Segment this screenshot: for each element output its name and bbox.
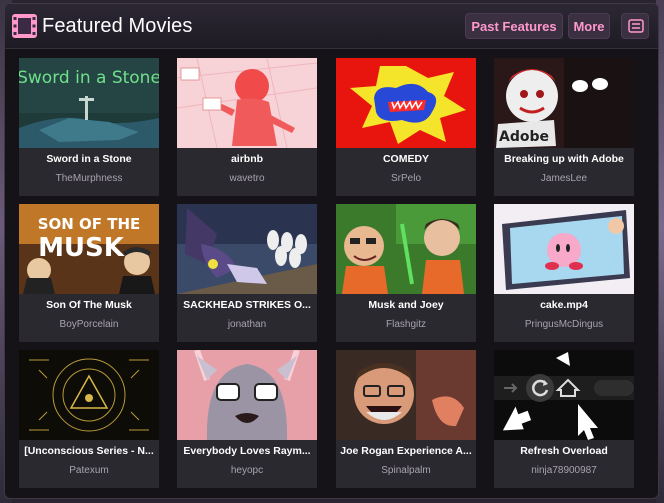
menu-icon [628, 19, 644, 33]
movie-thumbnail[interactable] [494, 204, 634, 294]
movie-thumbnail[interactable] [494, 350, 634, 440]
menu-button[interactable] [621, 13, 649, 39]
movie-title[interactable]: Sword in a Stone [23, 152, 155, 166]
movie-thumbnail[interactable]: Sword in a Stone [19, 58, 159, 148]
movie-thumbnail[interactable] [177, 58, 317, 148]
thumb-text-2: MUSK [38, 233, 125, 263]
movie-author[interactable]: Patexum [23, 464, 155, 477]
movie-card[interactable]: Sword in a Stone Sword in a Stone TheMur… [19, 58, 159, 196]
movie-thumbnail[interactable] [336, 58, 476, 148]
thumb-text: Sword in a Stone [19, 68, 159, 88]
movie-author[interactable]: Flashgitz [340, 318, 472, 331]
movie-card[interactable]: Adobe Breaking up with Adobe JamesLee [494, 58, 634, 196]
movie-author[interactable]: wavetro [181, 172, 313, 185]
movie-card[interactable]: Musk and Joey Flashgitz [336, 204, 476, 342]
movie-title[interactable]: Refresh Overload [498, 444, 630, 458]
thumb-text-1: SON OF THE [38, 215, 141, 233]
movie-card[interactable]: COMEDY SrPelo [336, 58, 476, 196]
movie-author[interactable]: heyopc [181, 464, 313, 477]
movie-author[interactable]: ninja78900987 [498, 464, 630, 477]
movie-author[interactable]: jonathan [181, 318, 313, 331]
movie-card[interactable]: Joe Rogan Experience A... Spinalpalm [336, 350, 476, 488]
movie-author[interactable]: BoyPorcelain [23, 318, 155, 331]
movie-thumbnail[interactable] [177, 204, 317, 294]
movie-title[interactable]: cake.mp4 [498, 298, 630, 312]
more-button[interactable]: More [568, 13, 610, 39]
movie-title[interactable]: SACKHEAD STRIKES O... [181, 298, 313, 312]
movie-author[interactable]: Spinalpalm [340, 464, 472, 477]
movie-card[interactable]: airbnb wavetro [177, 58, 317, 196]
featured-movies-panel: Featured Movies Past Features More Sword… [4, 3, 659, 499]
movie-card[interactable]: Everybody Loves Raym... heyopc [177, 350, 317, 488]
movie-title[interactable]: COMEDY [340, 152, 472, 166]
movie-thumbnail[interactable] [336, 204, 476, 294]
movie-card[interactable]: Refresh Overload ninja78900987 [494, 350, 634, 488]
movie-thumbnail[interactable] [336, 350, 476, 440]
movie-author[interactable]: JamesLee [498, 172, 630, 185]
film-icon [12, 14, 37, 38]
panel-header: Featured Movies Past Features More [5, 4, 658, 49]
movie-title[interactable]: Joe Rogan Experience A... [340, 444, 472, 458]
movie-card[interactable]: SACKHEAD STRIKES O... jonathan [177, 204, 317, 342]
movie-card[interactable]: SON OF THE MUSK Son Of The Musk BoyPorce… [19, 204, 159, 342]
movie-title[interactable]: Son Of The Musk [23, 298, 155, 312]
movie-author[interactable]: TheMurphness [23, 172, 155, 185]
movie-author[interactable]: SrPelo [340, 172, 472, 185]
past-features-button[interactable]: Past Features [465, 13, 563, 39]
movie-thumbnail[interactable] [177, 350, 317, 440]
movie-thumbnail[interactable]: SON OF THE MUSK [19, 204, 159, 294]
movie-card[interactable]: [Unconscious Series - N... Patexum [19, 350, 159, 488]
page-title: Featured Movies [42, 15, 193, 37]
movie-title[interactable]: Musk and Joey [340, 298, 472, 312]
movie-thumbnail[interactable] [19, 350, 159, 440]
thumb-text: Adobe [499, 129, 549, 145]
movie-title[interactable]: airbnb [181, 152, 313, 166]
movie-thumbnail[interactable]: Adobe [494, 58, 634, 148]
movie-title[interactable]: Breaking up with Adobe [498, 152, 630, 166]
movie-title[interactable]: Everybody Loves Raym... [181, 444, 313, 458]
movie-card[interactable]: cake.mp4 PringusMcDingus [494, 204, 634, 342]
movie-author[interactable]: PringusMcDingus [498, 318, 630, 331]
movie-title[interactable]: [Unconscious Series - N... [23, 444, 155, 458]
